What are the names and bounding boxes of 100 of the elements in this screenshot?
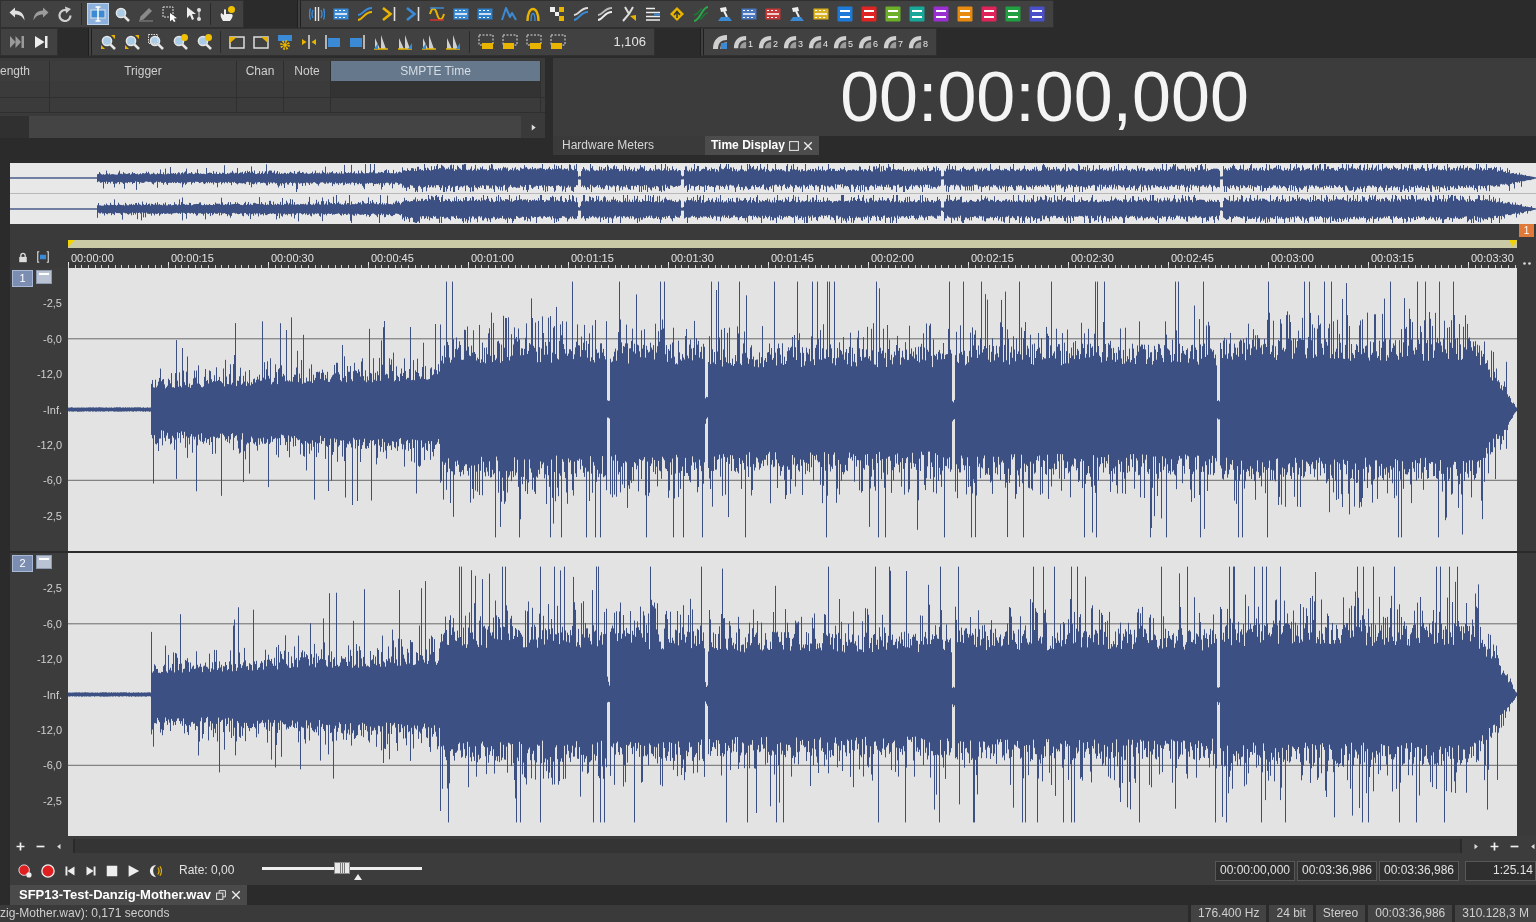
tile-icon[interactable] xyxy=(1005,6,1021,22)
play-icon[interactable] xyxy=(127,863,140,878)
overview-panel[interactable] xyxy=(10,163,1536,224)
dashed-box-icon[interactable] xyxy=(550,34,566,50)
record-arm-icon[interactable] xyxy=(18,863,32,878)
dashed-box-icon[interactable] xyxy=(478,34,494,50)
minus-icon[interactable] xyxy=(36,844,45,848)
crescent-icon[interactable] xyxy=(149,863,163,878)
minimize-icon[interactable] xyxy=(36,270,52,284)
tile-icon[interactable] xyxy=(885,6,901,22)
hand-icon[interactable] xyxy=(219,6,235,22)
preset-button[interactable]: 6 xyxy=(858,35,879,49)
film-strip-icon[interactable] xyxy=(453,6,469,22)
skip-back-icon[interactable] xyxy=(64,864,76,877)
document-tab[interactable]: SFP13-Test-Danzig-Mother.wav xyxy=(10,885,247,905)
close-icon[interactable] xyxy=(230,890,241,900)
tile-icon[interactable] xyxy=(1029,6,1045,22)
preset-button[interactable]: 8 xyxy=(908,35,929,49)
left-arrow-icon[interactable] xyxy=(56,841,62,851)
left-arrow-icon[interactable] xyxy=(1530,841,1536,851)
skip-end-icon[interactable] xyxy=(9,34,25,50)
film-strip-icon[interactable] xyxy=(741,6,757,22)
record-icon[interactable] xyxy=(41,863,55,878)
chevron-bar-icon[interactable] xyxy=(381,6,397,22)
hammer-icon[interactable] xyxy=(717,6,733,22)
tile-icon[interactable] xyxy=(909,6,925,22)
magnifier-icon[interactable] xyxy=(172,34,188,50)
marker-bar[interactable] xyxy=(68,240,1517,248)
scrollbar-thumb[interactable] xyxy=(0,116,29,138)
preset-button[interactable]: 7 xyxy=(883,35,904,49)
lines-icon[interactable] xyxy=(645,6,661,22)
slider-thumb[interactable] xyxy=(334,861,351,874)
minimize-icon[interactable] xyxy=(36,555,52,569)
plus-icon[interactable] xyxy=(16,841,25,851)
squares-icon[interactable] xyxy=(549,6,565,22)
triangle-marker-icon[interactable] xyxy=(68,240,75,247)
curve-icon[interactable] xyxy=(597,6,613,22)
curve-icon[interactable] xyxy=(357,6,373,22)
preset-button[interactable]: 5 xyxy=(833,35,854,49)
gear-icon[interactable] xyxy=(277,34,293,50)
triangle-marker-icon[interactable] xyxy=(1509,240,1517,247)
sine-wave-icon[interactable] xyxy=(429,6,445,22)
window-icon[interactable] xyxy=(788,140,799,151)
wave-bars-icon[interactable] xyxy=(309,6,325,22)
diamond-icon[interactable] xyxy=(669,6,685,22)
preset-button[interactable]: 3 xyxy=(783,35,804,49)
arch-icon[interactable] xyxy=(525,6,541,22)
redo-icon[interactable] xyxy=(33,6,49,22)
tile-icon[interactable] xyxy=(861,6,877,22)
time-field[interactable]: 1:25.14 xyxy=(1465,860,1536,881)
stop-icon[interactable] xyxy=(106,864,118,877)
peak-icon[interactable] xyxy=(501,6,517,22)
time-field[interactable]: 00:00:00,000 xyxy=(1215,860,1295,881)
close-icon[interactable] xyxy=(802,140,813,151)
film-strip-icon[interactable] xyxy=(765,6,781,22)
bracket-icon[interactable] xyxy=(37,251,49,263)
minus-icon[interactable] xyxy=(1510,844,1519,848)
tile-icon[interactable] xyxy=(933,6,949,22)
frame-icon[interactable] xyxy=(229,34,245,50)
time-field[interactable]: 00:03:36,986 xyxy=(1379,860,1459,881)
tile-icon[interactable] xyxy=(981,6,997,22)
panel-icon[interactable] xyxy=(349,34,365,50)
chevron-bar-icon[interactable] xyxy=(405,6,421,22)
panel-tab[interactable]: Time Display xyxy=(705,136,819,155)
panel-tab[interactable]: Hardware Meters xyxy=(553,136,705,155)
preset-button[interactable]: 2 xyxy=(758,35,779,49)
frame-icon[interactable] xyxy=(253,34,269,50)
helix-icon[interactable] xyxy=(693,6,709,22)
triangles-icon[interactable] xyxy=(373,34,389,50)
tile-icon[interactable] xyxy=(837,6,853,22)
right-arrow-icon[interactable] xyxy=(529,122,537,132)
dashed-box-icon[interactable] xyxy=(502,34,518,50)
tile-icon[interactable] xyxy=(957,6,973,22)
restore-icon[interactable] xyxy=(215,890,226,900)
triangles-icon[interactable] xyxy=(397,34,413,50)
hammer-icon[interactable] xyxy=(789,6,805,22)
repeat-icon[interactable] xyxy=(57,6,73,22)
film-strip-icon[interactable] xyxy=(477,6,493,22)
time-field[interactable]: 00:03:36,986 xyxy=(1297,860,1377,881)
skip-forward-icon[interactable] xyxy=(85,864,97,877)
magnifier-icon[interactable] xyxy=(148,34,164,50)
swirl-icon[interactable] xyxy=(712,34,728,50)
skip-next-icon[interactable] xyxy=(33,34,49,50)
curve-icon[interactable] xyxy=(573,6,589,22)
film-strip-icon[interactable] xyxy=(813,6,829,22)
triangles-icon[interactable] xyxy=(421,34,437,50)
plus-icon[interactable] xyxy=(1490,841,1499,851)
undo-icon[interactable] xyxy=(9,6,25,22)
magnifier-icon[interactable] xyxy=(100,34,116,50)
preset-button[interactable]: 4 xyxy=(808,35,829,49)
column-header[interactable]: ength xyxy=(0,61,50,81)
preset-button[interactable]: 1 xyxy=(733,35,753,49)
magnifier-icon[interactable] xyxy=(196,34,212,50)
fork-icon[interactable] xyxy=(621,6,637,22)
triangles-icon[interactable] xyxy=(445,34,461,50)
split-icon[interactable] xyxy=(301,34,317,50)
film-strip-icon[interactable] xyxy=(333,6,349,22)
magnifier-icon[interactable] xyxy=(124,34,140,50)
lock-icon[interactable] xyxy=(18,251,28,263)
dashed-box-icon[interactable] xyxy=(526,34,542,50)
